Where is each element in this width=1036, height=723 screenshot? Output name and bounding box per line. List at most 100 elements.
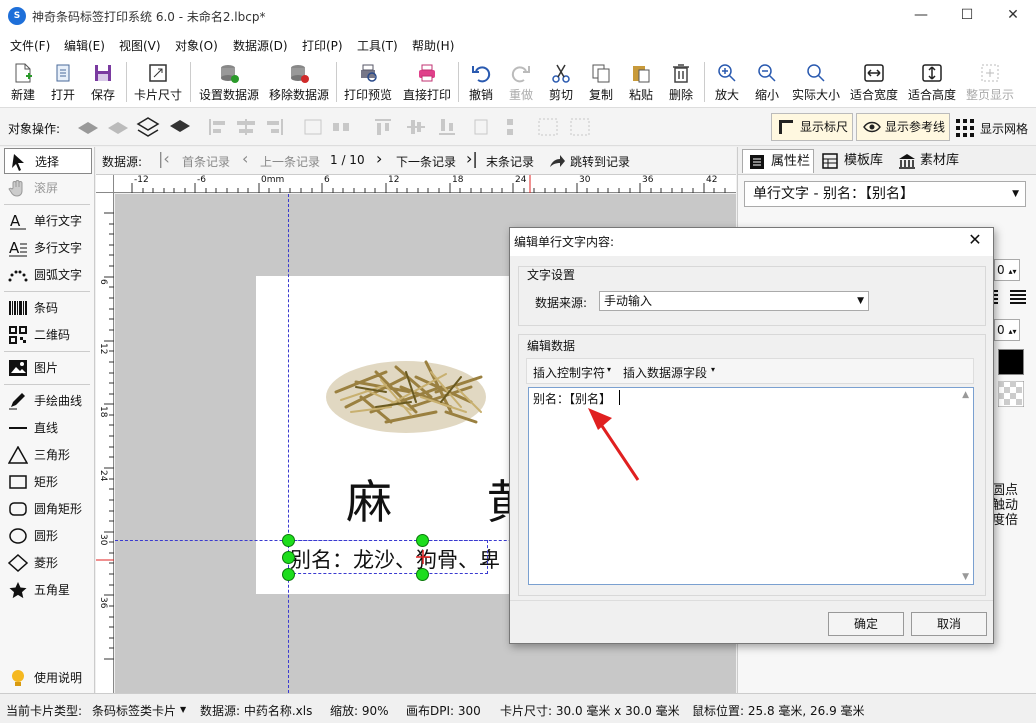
transparent-swatch[interactable]: [998, 381, 1024, 407]
fit-width-button[interactable]: 适合宽度: [846, 58, 902, 106]
herb-image[interactable]: [316, 312, 496, 452]
tool-select[interactable]: 选择: [4, 148, 92, 174]
close-window-button[interactable]: ✕: [990, 0, 1036, 32]
partial-label: 度倍: [992, 513, 1019, 528]
redo-button[interactable]: 重做: [504, 58, 538, 106]
dialog-close-icon[interactable]: ✕: [963, 230, 987, 249]
fit-height-button[interactable]: 适合高度: [904, 58, 960, 106]
lightbulb-icon: [12, 670, 24, 686]
print-preview-button[interactable]: 打印预览: [340, 58, 396, 106]
vertical-guide-line[interactable]: [288, 194, 289, 693]
tool-qrcode[interactable]: 二维码: [4, 322, 92, 348]
card-size-button[interactable]: 卡片尺寸: [130, 58, 186, 106]
tool-diamond[interactable]: 菱形: [4, 550, 92, 576]
tool-single-text[interactable]: A 单行文字: [4, 208, 92, 234]
menu-tools[interactable]: 工具(T): [357, 37, 398, 54]
tool-rect[interactable]: 矩形: [4, 469, 92, 495]
ruler-label: 12: [388, 175, 400, 185]
window-title: 神奇条码标签打印系统 6.0 - 未命名2.lbcp*: [32, 10, 266, 24]
tool-star[interactable]: 五角星: [4, 577, 92, 603]
resize-handle[interactable]: [282, 551, 295, 564]
menu-object[interactable]: 对象(O): [175, 37, 218, 54]
insert-control-char-button[interactable]: 插入控制字符: [533, 364, 605, 381]
ok-button[interactable]: 确定: [828, 612, 904, 636]
text-content[interactable]: 别名：【别名】: [533, 390, 611, 407]
copy-button[interactable]: 复制: [584, 58, 618, 106]
menu-file[interactable]: 文件(F): [10, 37, 50, 54]
scroll-down-icon[interactable]: ▼: [962, 572, 969, 582]
maximize-button[interactable]: ☐: [944, 0, 990, 32]
prev-record-button[interactable]: 上一条记录: [260, 153, 320, 170]
menu-print[interactable]: 打印(P): [302, 37, 343, 54]
zoom-out-icon: [758, 64, 776, 82]
tool-line[interactable]: 直线: [4, 415, 92, 441]
sidebar-separator: [4, 204, 90, 205]
grid-icon: [956, 119, 974, 137]
tool-triangle[interactable]: 三角形: [4, 442, 92, 468]
tool-freehand[interactable]: 手绘曲线: [4, 388, 92, 414]
paste-button[interactable]: 粘贴: [624, 58, 658, 106]
tab-properties[interactable]: 属性栏: [742, 149, 814, 173]
show-ruler-toggle[interactable]: 显示标尺: [771, 113, 853, 141]
color-swatch[interactable]: [998, 349, 1024, 375]
tool-multi-text[interactable]: A 多行文字: [4, 235, 92, 261]
resize-handle[interactable]: [282, 534, 295, 547]
object-selector[interactable]: 单行文字 - 别名：【别名】 ▼: [744, 181, 1026, 207]
tool-barcode[interactable]: 条码: [4, 295, 92, 321]
spin-box[interactable]: 0 ▴▾: [994, 259, 1020, 281]
menu-edit[interactable]: 编辑(E): [64, 37, 105, 54]
cut-button[interactable]: 剪切: [544, 58, 578, 106]
scroll-up-icon[interactable]: ▲: [962, 390, 969, 400]
show-grid-toggle[interactable]: 显示网格: [980, 120, 1028, 137]
cancel-button[interactable]: 取消: [911, 612, 987, 636]
undo-button[interactable]: 撤销: [464, 58, 498, 106]
tool-image[interactable]: 图片: [4, 355, 92, 381]
first-record-button[interactable]: 首条记录: [182, 153, 230, 170]
tool-circle[interactable]: 圆形: [4, 523, 92, 549]
edit-text-dialog: 编辑单行文字内容: ✕ 文字设置 数据来源: 手动输入 ▼ 编辑数据 插入控制字符…: [509, 227, 994, 644]
zoom-out-button[interactable]: 缩小: [748, 58, 786, 106]
list-icon: [750, 155, 764, 169]
menu-help[interactable]: 帮助(H): [412, 37, 454, 54]
resize-handle[interactable]: [282, 568, 295, 581]
spin-box[interactable]: 0 ▴▾: [994, 319, 1020, 341]
jump-to-record-button[interactable]: 跳转到记录: [570, 153, 630, 170]
actual-size-button[interactable]: 实际大小: [790, 58, 842, 106]
set-datasource-button[interactable]: 设置数据源: [196, 58, 262, 106]
menu-datasource[interactable]: 数据源(D): [233, 37, 288, 54]
align-icons[interactable]: [994, 287, 1028, 307]
insert-datasource-field-button[interactable]: 插入数据源字段: [623, 364, 707, 381]
open-button[interactable]: 打开: [44, 58, 82, 106]
tool-scroll[interactable]: 滚屏: [4, 175, 92, 201]
tool-round-rect[interactable]: 圆角矩形: [4, 496, 92, 522]
last-record-icon: ›|: [466, 149, 478, 168]
resize-handle[interactable]: [416, 534, 429, 547]
minimize-button[interactable]: —: [898, 0, 944, 32]
jump-arrow-icon: [550, 155, 565, 167]
status-bar: 当前卡片类型: 条码标签类卡片 ▼ 数据源: 中药名称.xls 缩放: 90% …: [0, 693, 1036, 723]
align-distribute-icons[interactable]: [205, 116, 605, 138]
card-type-dropdown[interactable]: 条码标签类卡片: [92, 702, 176, 719]
new-button[interactable]: 新建: [4, 58, 42, 106]
remove-datasource-button[interactable]: 移除数据源: [266, 58, 332, 106]
whole-page-button[interactable]: 整页显示: [962, 58, 1018, 106]
card-size-icon: [149, 64, 167, 82]
show-guides-toggle[interactable]: 显示参考线: [856, 113, 950, 141]
tab-assets[interactable]: 素材库: [892, 149, 966, 173]
ruler-icon: [779, 120, 793, 134]
last-record-button[interactable]: 末条记录: [486, 153, 534, 170]
status-zoom: 缩放: 90%: [330, 704, 389, 718]
delete-button[interactable]: 删除: [664, 58, 698, 106]
next-record-button[interactable]: 下一条记录: [396, 153, 456, 170]
tool-arc-text[interactable]: 圆弧文字: [4, 262, 92, 288]
menu-view[interactable]: 视图(V): [119, 37, 161, 54]
resize-handle[interactable]: [416, 568, 429, 581]
datasource-dropdown[interactable]: 手动输入 ▼: [599, 291, 869, 311]
tab-templates[interactable]: 模板库: [816, 149, 890, 173]
help-link[interactable]: 使用说明: [4, 665, 92, 691]
layer-order-icons[interactable]: [76, 116, 196, 138]
direct-print-button[interactable]: 直接打印: [400, 58, 454, 106]
chevron-down-icon: ▼: [857, 296, 864, 306]
zoom-in-button[interactable]: 放大: [708, 58, 746, 106]
save-button[interactable]: 保存: [84, 58, 122, 106]
